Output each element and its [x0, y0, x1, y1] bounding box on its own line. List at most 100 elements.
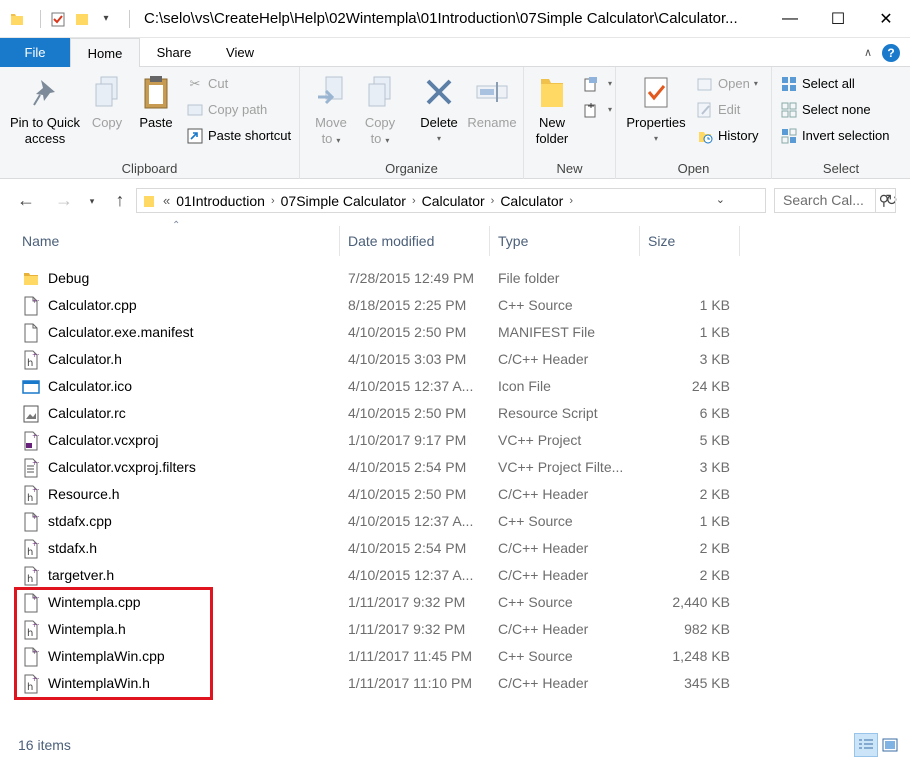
forward-arrow-icon[interactable]: →: [52, 190, 76, 211]
breadcrumb-01introduction[interactable]: 01Introduction: [176, 193, 265, 209]
breadcrumb-separator-icon[interactable]: ›: [569, 195, 573, 207]
open-button[interactable]: Open ▾: [696, 73, 758, 95]
paste-shortcut-button[interactable]: Paste shortcut: [186, 125, 291, 147]
new-item-chevron-icon: ▾: [608, 79, 613, 88]
cut-button[interactable]: ✂ Cut: [186, 73, 229, 95]
column-header-date[interactable]: Date modified: [340, 226, 490, 256]
file-row[interactable]: ++ Calculator.vcxproj 1/10/2017 9:17 PM VC+…: [0, 427, 740, 454]
rename-icon: [474, 73, 510, 111]
separator: [129, 9, 130, 28]
tab-share[interactable]: Share: [140, 38, 208, 67]
file-row[interactable]: ++ Calculator.cpp 8/18/2015 2:25 PM C++ Sou…: [0, 292, 740, 319]
up-arrow-icon[interactable]: ↑: [108, 190, 132, 211]
file-name: Wintempla.cpp: [48, 594, 141, 610]
collapse-ribbon-chevron-icon[interactable]: ∧: [864, 46, 872, 59]
copy-label: Copy: [91, 115, 123, 130]
cpp-file-icon: ++: [22, 296, 40, 316]
large-icons-view-icon[interactable]: [878, 733, 902, 757]
breadcrumb-calculator[interactable]: Calculator: [422, 193, 485, 209]
file-row[interactable]: ++ Wintempla.cpp 1/11/2017 9:32 PM C++ Sour…: [0, 589, 740, 616]
breadcrumb-separator-icon[interactable]: ›: [412, 195, 416, 207]
column-header-name[interactable]: Name: [14, 226, 340, 256]
copy-button[interactable]: Copy: [84, 73, 130, 131]
history-icon: [696, 127, 714, 145]
tab-view[interactable]: View: [208, 38, 272, 67]
new-item-button[interactable]: ▾: [582, 73, 612, 95]
breadcrumb-07simple-calculator[interactable]: 07Simple Calculator: [281, 193, 406, 209]
search-input[interactable]: Search Cal... ⚲: [774, 188, 896, 213]
details-view-icon[interactable]: [854, 733, 878, 757]
file-row[interactable]: Calculator.rc 4/10/2015 2:50 PM Resource S…: [0, 400, 740, 427]
file-name: Calculator.h: [48, 351, 122, 367]
svg-text:h: h: [27, 493, 33, 504]
copy-to-button[interactable]: Copy to ▾: [358, 73, 402, 149]
maximize-button[interactable]: ☐: [814, 0, 862, 38]
properties-qa-icon[interactable]: [49, 10, 67, 28]
file-date: 4/10/2015 2:54 PM: [348, 540, 467, 556]
tab-home[interactable]: Home: [70, 38, 140, 68]
file-name: Calculator.vcxproj.filters: [48, 459, 196, 475]
rename-button[interactable]: Rename: [464, 73, 520, 131]
paste-label: Paste: [139, 115, 173, 130]
close-button[interactable]: ✕: [862, 0, 910, 38]
quick-access-toolbar: ▾: [0, 0, 138, 38]
select-all-button[interactable]: Select all: [780, 73, 855, 95]
file-row[interactable]: ++ Calculator.vcxproj.filters 4/10/2015 2:…: [0, 454, 740, 481]
properties-button[interactable]: Properties ▾: [622, 73, 690, 147]
new-folder-icon: [534, 73, 570, 111]
pin-to-quick-access-button[interactable]: Pin to Quick access: [6, 73, 84, 147]
breadcrumb-separator-icon[interactable]: ›: [271, 195, 275, 207]
customize-qa-chevron-icon[interactable]: ▾: [97, 10, 115, 28]
file-type: C/C++ Header: [498, 486, 589, 502]
new-folder-qa-icon[interactable]: [73, 10, 91, 28]
file-row[interactable]: h++ stdafx.h 4/10/2015 2:54 PM C/C++ Header…: [0, 535, 740, 562]
blank-file-icon: [22, 323, 40, 343]
breadcrumb-separator-icon[interactable]: ›: [491, 195, 495, 207]
move-to-button[interactable]: Move to ▾: [308, 73, 354, 149]
file-size: 2,440 KB: [672, 594, 730, 610]
back-arrow-icon[interactable]: ←: [14, 190, 38, 211]
title-bar: ▾ C:\selo\vs\CreateHelp\Help\02Wintempla…: [0, 0, 910, 38]
copy-path-button[interactable]: Copy path: [186, 99, 267, 121]
address-history-chevron-icon[interactable]: ⌄: [716, 193, 725, 206]
file-name-cell: h++ Resource.h: [22, 481, 120, 508]
copy-path-label: Copy path: [208, 102, 268, 117]
file-row[interactable]: Calculator.ico 4/10/2015 12:37 A... Icon F…: [0, 373, 740, 400]
help-icon[interactable]: ?: [882, 44, 900, 62]
edit-button[interactable]: Edit: [696, 99, 740, 121]
tab-file[interactable]: File: [0, 38, 70, 67]
column-header-size[interactable]: Size: [640, 226, 740, 256]
file-row[interactable]: h++ WintemplaWin.h 1/11/2017 11:10 PM C/C++…: [0, 670, 740, 697]
column-header-type[interactable]: Type: [490, 226, 640, 256]
breadcrumb-calculator-current[interactable]: Calculator: [500, 193, 563, 209]
delete-button[interactable]: Delete ▾: [416, 73, 462, 147]
history-label: History: [718, 128, 759, 143]
select-none-button[interactable]: Select none: [780, 99, 871, 121]
rc-file-icon: [22, 404, 40, 424]
address-overflow[interactable]: «: [163, 193, 170, 208]
file-row[interactable]: h++ Calculator.h 4/10/2015 3:03 PM C/C++ He…: [0, 346, 740, 373]
svg-text:h: h: [27, 358, 33, 369]
file-size: 24 KB: [691, 378, 730, 394]
file-row[interactable]: Calculator.exe.manifest 4/10/2015 2:50 PM…: [0, 319, 740, 346]
easy-access-button[interactable]: ▾: [582, 99, 612, 121]
address-bar[interactable]: « 01Introduction › 07Simple Calculator ›…: [136, 188, 898, 213]
file-row[interactable]: h++ Wintempla.h 1/11/2017 9:32 PM C/C++ Hea…: [0, 616, 740, 643]
file-row[interactable]: Debug 7/28/2015 12:49 PM File folder: [0, 265, 740, 292]
history-button[interactable]: History: [696, 125, 758, 147]
recent-locations-chevron-icon[interactable]: ▾: [80, 196, 104, 207]
header-file-icon: h++: [22, 485, 40, 505]
file-type: C/C++ Header: [498, 351, 589, 367]
svg-text:++: ++: [32, 298, 39, 305]
new-folder-button[interactable]: New folder: [530, 73, 574, 147]
file-row[interactable]: ++ WintemplaWin.cpp 1/11/2017 11:45 PM C++ …: [0, 643, 740, 670]
file-row[interactable]: ++ stdafx.cpp 4/10/2015 12:37 A... C++ Sour…: [0, 508, 740, 535]
easy-access-chevron-icon: ▾: [608, 105, 613, 114]
file-row[interactable]: h++ Resource.h 4/10/2015 2:50 PM C/C++ Head…: [0, 481, 740, 508]
file-row[interactable]: h++ targetver.h 4/10/2015 12:37 A... C/C++ …: [0, 562, 740, 589]
paste-button[interactable]: Paste: [132, 73, 180, 131]
pin-label: Pin to Quick access: [9, 115, 81, 146]
select-none-label: Select none: [802, 102, 871, 117]
invert-selection-button[interactable]: Invert selection: [780, 125, 889, 147]
minimize-button[interactable]: —: [766, 0, 814, 38]
